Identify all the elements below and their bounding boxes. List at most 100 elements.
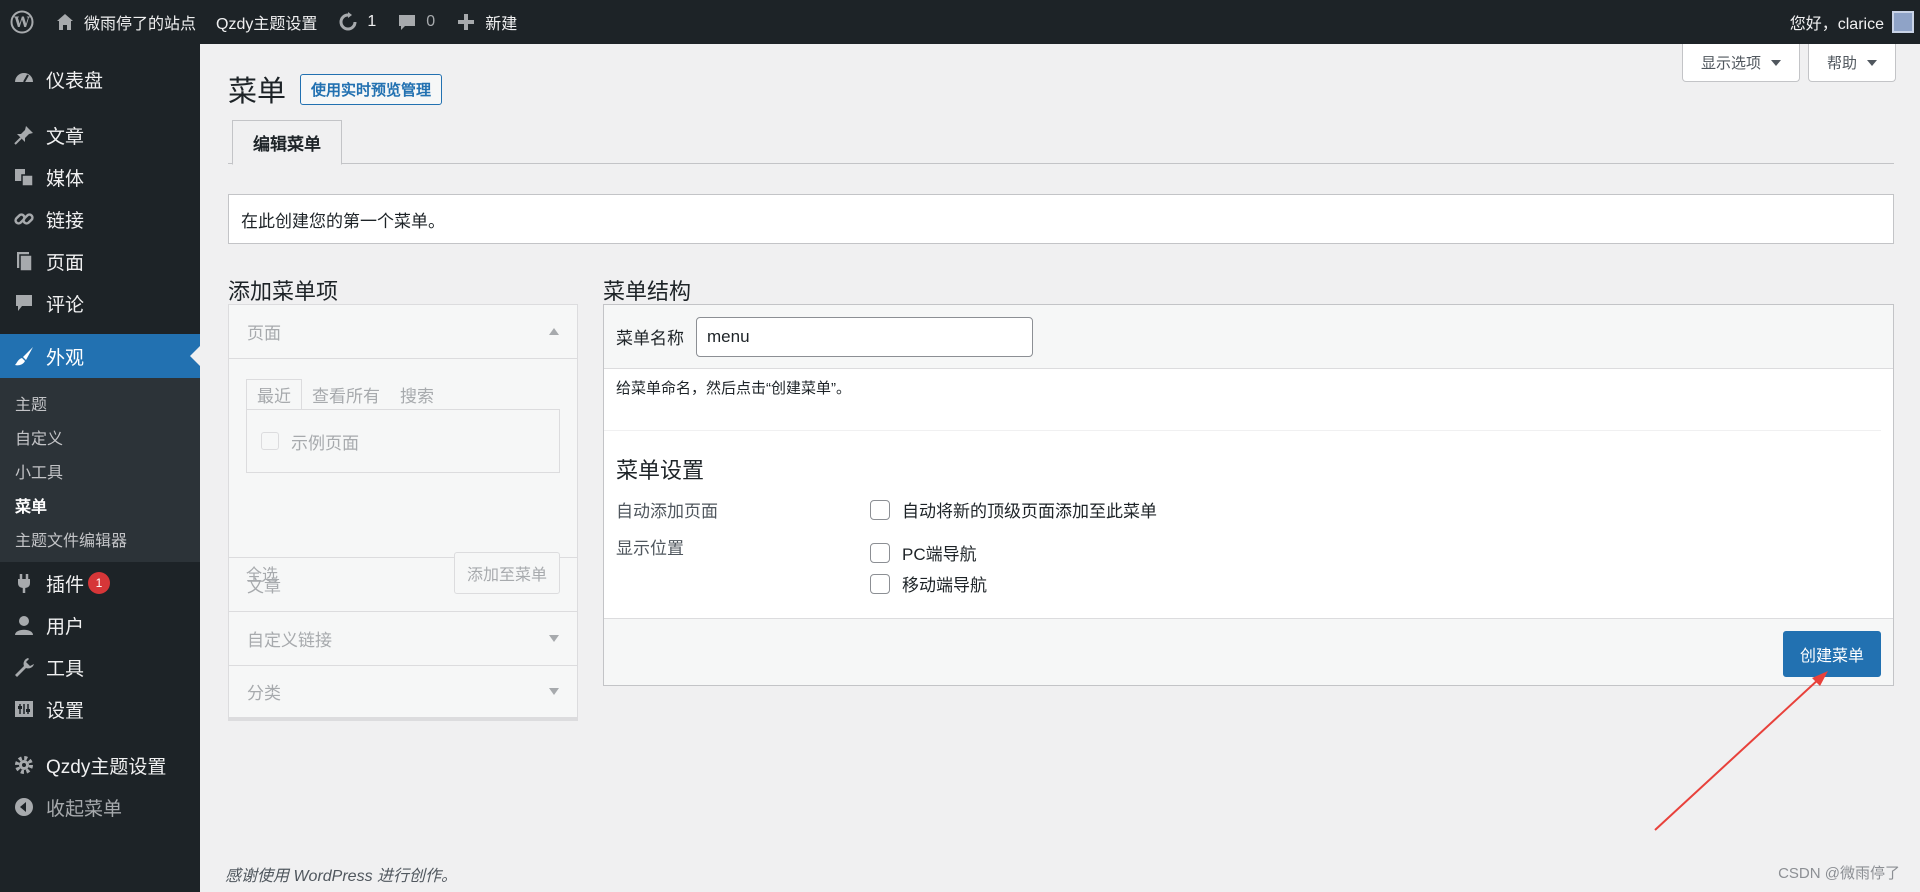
page-icon	[12, 249, 36, 273]
accordion-label: 页面	[247, 324, 281, 343]
title-row: 菜单 使用实时预览管理	[228, 68, 443, 110]
sidebar-label: 收起菜单	[46, 798, 123, 820]
new-content-link[interactable]: 新建	[445, 0, 527, 44]
sidebar-item-comments[interactable]: 评论	[0, 282, 200, 324]
site-name-link[interactable]: 微雨停了的站点	[44, 0, 206, 44]
tab-edit-menus[interactable]: 编辑菜单	[232, 120, 342, 165]
account-menu[interactable]: 您好，clarice	[1780, 0, 1884, 44]
collapse-menu-button[interactable]: 收起菜单	[0, 786, 200, 828]
help-label: 帮助	[1826, 55, 1857, 72]
tab-view-all[interactable]: 查看所有	[302, 379, 390, 409]
submenu-item-theme-editor[interactable]: 主题文件编辑器	[0, 522, 200, 556]
menu-management-panel: 菜单名称 给菜单命名，然后点击“创建菜单”。 菜单设置 自动添加页面 自动将新的…	[603, 304, 1894, 686]
menu-name-hint: 给菜单命名，然后点击“创建菜单”。	[604, 369, 1881, 431]
submenu-item-customize[interactable]: 自定义	[0, 420, 200, 454]
sidebar-label: 仪表盘	[46, 70, 104, 92]
auto-add-option-label: 自动将新的顶级页面添加至此菜单	[902, 502, 1157, 521]
accordion-custom-links-header[interactable]: 自定义链接	[229, 612, 577, 666]
appearance-submenu: 主题 自定义 小工具 菜单 主题文件编辑器	[0, 378, 200, 562]
sidebar-label: 评论	[46, 294, 85, 316]
auto-add-checkbox[interactable]	[870, 499, 890, 520]
sidebar-label: 插件	[46, 574, 85, 596]
tab-recent[interactable]: 最近	[246, 379, 302, 409]
auto-add-option[interactable]: 自动将新的顶级页面添加至此菜单	[870, 497, 1157, 522]
screen-options-button[interactable]: 显示选项	[1681, 44, 1800, 82]
plugins-update-badge: 1	[88, 572, 111, 594]
sidebar-item-pages[interactable]: 页面	[0, 240, 200, 282]
screen-options-label: 显示选项	[1700, 55, 1761, 72]
pages-actions: 全选 添加至菜单	[246, 552, 560, 594]
pc-nav-checkbox[interactable]	[870, 542, 890, 563]
submenu-item-menus[interactable]: 菜单	[0, 488, 200, 522]
location-label: 移动端导航	[902, 576, 987, 595]
help-button[interactable]: 帮助	[1807, 44, 1896, 82]
comment-icon	[12, 291, 36, 315]
theme-settings-link[interactable]: Qzdy主题设置	[206, 0, 327, 44]
footer-thanks: 感谢使用 WordPress 进行创作。	[225, 868, 458, 885]
menu-management-footer: 创建菜单	[604, 618, 1893, 685]
mobile-nav-checkbox[interactable]	[870, 573, 890, 594]
svg-text:W: W	[13, 15, 30, 31]
accordion-pages-header[interactable]: 页面	[229, 305, 577, 359]
sidebar-label: Qzdy主题设置	[46, 756, 167, 778]
comments-link[interactable]: 0	[386, 0, 445, 44]
updates-link[interactable]: 1	[327, 0, 386, 44]
submenu-item-themes[interactable]: 主题	[0, 386, 200, 420]
caret-down-icon	[549, 635, 559, 642]
home-icon	[54, 11, 76, 33]
accordion-label: 自定义链接	[247, 631, 332, 650]
sidebar-item-users[interactable]: 用户	[0, 604, 200, 646]
sample-page-label: 示例页面	[291, 433, 359, 453]
watermark: CSDN @微雨停了	[1778, 865, 1900, 882]
theme-settings-label: Qzdy主题设置	[216, 16, 318, 33]
auto-add-pages-label: 自动添加页面	[616, 502, 718, 521]
screen-meta-links: 显示选项 帮助	[1681, 44, 1896, 82]
location-label: PC端导航	[902, 545, 977, 564]
menu-settings-title: 菜单设置	[616, 458, 705, 483]
live-preview-button[interactable]: 使用实时预览管理	[300, 73, 443, 105]
sidebar-item-settings[interactable]: 设置	[0, 688, 200, 730]
sidebar-label: 页面	[46, 252, 85, 274]
sidebar-item-tools[interactable]: 工具	[0, 646, 200, 688]
pin-icon	[12, 123, 36, 147]
sidebar-item-appearance[interactable]: 外观	[0, 334, 200, 378]
page-title: 菜单	[228, 76, 287, 108]
dashboard-icon	[12, 67, 36, 91]
location-option-mobile[interactable]: 移动端导航	[870, 571, 987, 596]
plugin-icon	[12, 571, 36, 595]
location-option-pc[interactable]: PC端导航	[870, 540, 987, 565]
accordion-label: 分类	[247, 684, 281, 703]
accordion-categories-header[interactable]: 分类	[229, 666, 577, 720]
plus-icon	[455, 11, 477, 33]
new-label: 新建	[485, 16, 518, 33]
tab-search[interactable]: 搜索	[390, 379, 444, 409]
menu-structure-title: 菜单结构	[603, 279, 692, 304]
caret-up-icon	[549, 328, 559, 335]
greeting: 您好，clarice	[1789, 16, 1884, 33]
sidebar-item-media[interactable]: 媒体	[0, 156, 200, 198]
pages-list-panel: 示例页面	[246, 409, 560, 473]
avatar[interactable]	[1892, 11, 1914, 33]
sidebar-label: 外观	[46, 347, 85, 369]
sidebar-label: 用户	[46, 616, 85, 638]
sidebar-label: 链接	[46, 210, 85, 232]
wordpress-logo-icon[interactable]: W	[0, 0, 44, 44]
submenu-item-widgets[interactable]: 小工具	[0, 454, 200, 488]
sidebar-label: 文章	[46, 126, 85, 148]
sidebar-item-plugins[interactable]: 插件 1	[0, 562, 200, 604]
sidebar-item-qzdy-settings[interactable]: Qzdy主题设置	[0, 744, 200, 786]
sidebar-item-links[interactable]: 链接	[0, 198, 200, 240]
refresh-icon	[337, 11, 359, 33]
settings-sliders-icon	[12, 697, 36, 721]
caret-down-icon	[549, 688, 559, 695]
sidebar-label: 设置	[46, 700, 85, 722]
sidebar-item-posts[interactable]: 文章	[0, 114, 200, 156]
sidebar-item-dashboard[interactable]: 仪表盘	[0, 58, 200, 100]
sample-page-checkbox[interactable]	[261, 432, 279, 450]
add-to-menu-button[interactable]: 添加至菜单	[453, 552, 560, 594]
create-menu-button[interactable]: 创建菜单	[1782, 631, 1881, 677]
menu-name-input[interactable]	[696, 316, 1033, 357]
select-all-link[interactable]: 全选	[246, 561, 278, 585]
paintbrush-icon	[12, 344, 36, 368]
site-name: 微雨停了的站点	[84, 16, 197, 33]
